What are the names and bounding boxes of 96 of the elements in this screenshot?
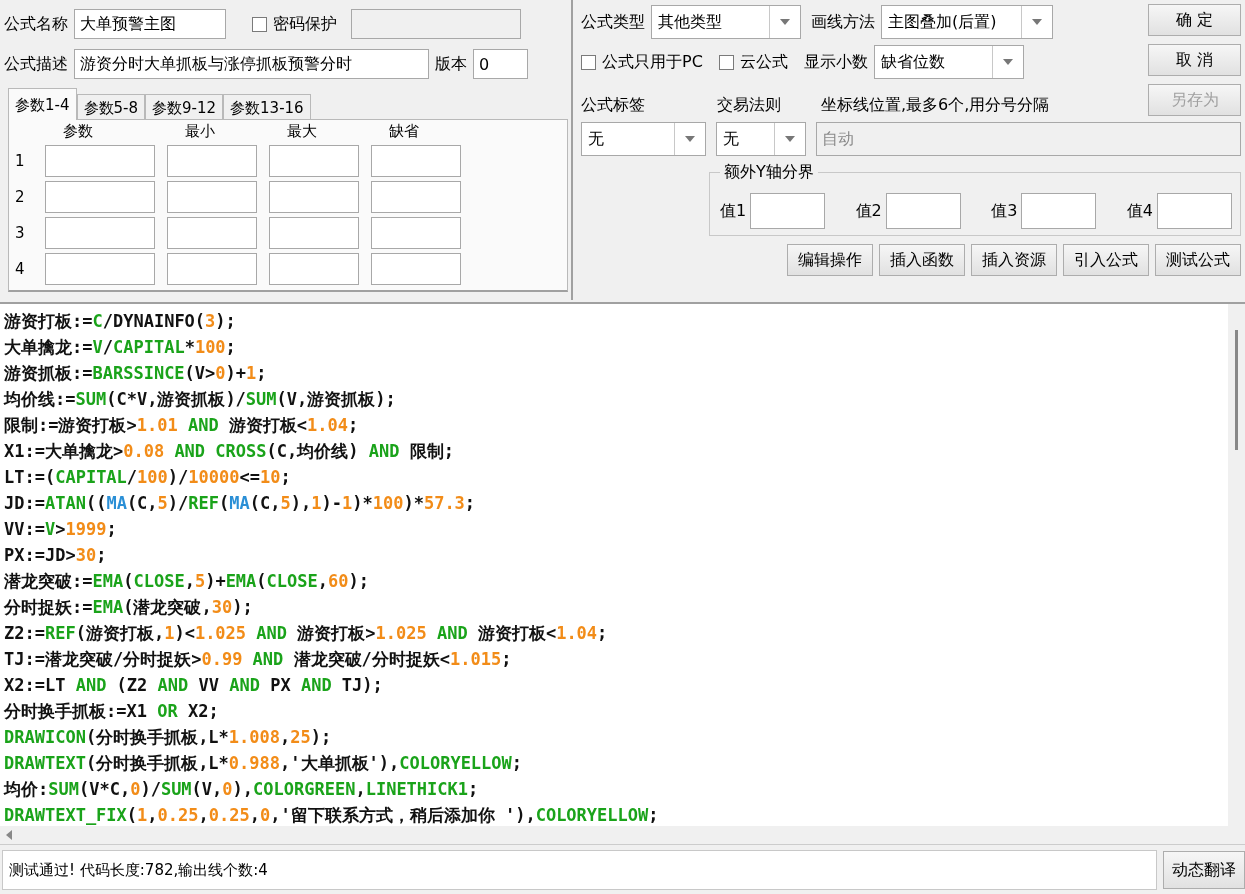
toolbar-button[interactable]: 插入函数: [879, 244, 965, 276]
checkbox[interactable]: [718, 54, 734, 70]
input-field[interactable]: [167, 181, 257, 213]
code-line: Z2:=REF(游资打板,1)<1.025 AND 游资打板>1.025 AND 游资打板<1.04;: [4, 622, 608, 645]
field-label: 值3: [991, 200, 1018, 222]
field-label: 公式名称: [4, 13, 68, 35]
input-field[interactable]: [371, 217, 461, 249]
checkbox-label: 公式只用于PC: [602, 51, 703, 73]
field-label: 坐标线位置,最多6个,用分号分隔: [821, 95, 1050, 116]
field-label: 值2: [855, 200, 882, 222]
input-field[interactable]: [45, 253, 155, 285]
code-line: X2:=LT AND (Z2 AND VV AND PX AND TJ);: [4, 674, 383, 697]
row-number: 4: [15, 260, 26, 278]
dropdown[interactable]: 无: [716, 122, 806, 156]
field-label: 公式标签: [581, 95, 646, 116]
input-field[interactable]: [269, 145, 359, 177]
scrollbar[interactable]: [1228, 304, 1245, 826]
row-number: 2: [15, 188, 26, 206]
column-header: 缺省: [388, 122, 420, 141]
caret-icon: [1032, 19, 1042, 25]
row-number: 1: [15, 152, 26, 170]
dialog-button[interactable]: 取 消: [1148, 44, 1241, 76]
input-field[interactable]: [45, 217, 155, 249]
toolbar-button[interactable]: 插入资源: [971, 244, 1057, 276]
code-line: 限制:=游资打板>1.01 AND 游资打板<1.04;: [4, 414, 359, 437]
field-label: 公式描述: [4, 53, 68, 75]
field-label: 版本: [435, 53, 467, 75]
input-field[interactable]: [269, 217, 359, 249]
input-field[interactable]: 0: [473, 49, 528, 79]
translate-button[interactable]: 动态翻译: [1163, 851, 1245, 889]
checkbox-label: 密码保护: [273, 13, 337, 35]
field-label: 显示小数: [803, 51, 868, 73]
tab[interactable]: 参数1-4: [8, 88, 77, 120]
code-line: DRAWICON(分时换手抓板,L*1.008,25);: [4, 726, 332, 749]
checkbox[interactable]: [581, 54, 596, 70]
input-field[interactable]: [45, 181, 155, 213]
column-header: 最小: [184, 122, 216, 141]
code-line: 均价:SUM(V*C,0)/SUM(V,0),COLORGREEN,LINETHICK1;: [4, 778, 479, 801]
input-field[interactable]: [45, 145, 155, 177]
tab[interactable]: 参数5-8: [76, 94, 145, 120]
input-field[interactable]: [371, 145, 461, 177]
code-line: LT:=(CAPITAL/100)/10000<=10;: [4, 466, 291, 489]
code-line: 分时捉妖:=EMA(潜龙突破,30);: [4, 596, 253, 619]
code-line: DRAWTEXT_FIX(1,0.25,0.25,0,'留下联系方式，稍后添加你 '),COLORYELLOW;: [4, 804, 659, 826]
input-field[interactable]: [167, 253, 257, 285]
left-arrow-icon[interactable]: [6, 830, 12, 840]
toolbar-button[interactable]: 引入公式: [1063, 244, 1149, 276]
input-field[interactable]: 大单预警主图: [74, 9, 226, 39]
field-label: 画线方法: [811, 11, 875, 33]
field-label: 值1: [720, 200, 747, 222]
caret-icon: [785, 136, 795, 142]
dropdown[interactable]: 无: [581, 122, 706, 156]
code-line: JD:=ATAN((MA(C,5)/REF(MA(C,5),1)-1)*100)*57.3;: [4, 492, 476, 515]
caret-icon: [1002, 59, 1013, 65]
code-line: TJ:=潜龙突破/分时捉妖>0.99 AND 潜龙突破/分时捉妖<1.015;: [4, 648, 512, 671]
field-label: 交易法则: [717, 95, 782, 116]
field-label: 公式类型: [581, 11, 645, 33]
column-header: 参数: [62, 122, 94, 141]
code-line: 潜龙突破:=EMA(CLOSE,5)+EMA(CLOSE,60);: [4, 570, 369, 593]
code-line: VV:=V>1999;: [4, 518, 117, 541]
input-field[interactable]: [167, 145, 257, 177]
code-line: 游资打板:=C/DYNAINFO(3);: [4, 310, 236, 333]
status-message: 测试通过! 代码长度:782,输出线个数:4: [2, 850, 1157, 890]
caret-icon: [685, 136, 695, 142]
code-line: 大单擒龙:=V/CAPITAL*100;: [4, 336, 236, 359]
field-label: 值4: [1126, 200, 1153, 222]
toolbar-button[interactable]: 编辑操作: [787, 244, 873, 276]
dropdown[interactable]: 主图叠加(后置): [881, 5, 1053, 39]
input-field[interactable]: [750, 193, 826, 229]
caret-icon: [780, 19, 790, 25]
input-field[interactable]: [1156, 193, 1232, 229]
dialog-button[interactable]: 确 定: [1148, 4, 1241, 36]
input-field[interactable]: 游资分时大单抓板与涨停抓板预警分时: [74, 49, 429, 79]
input-field[interactable]: [269, 253, 359, 285]
code-line: 游资抓板:=BARSSINCE(V>0)+1;: [4, 362, 267, 385]
checkbox[interactable]: [252, 16, 267, 32]
column-header: 最大: [286, 122, 318, 141]
code-line: X1:=大单擒龙>0.08 AND CROSS(C,均价线) AND 限制;: [4, 440, 454, 463]
code-line: DRAWTEXT(分时换手抓板,L*0.988,'大单抓板'),COLORYELLOW;: [4, 752, 523, 775]
dropdown[interactable]: 缺省位数: [873, 45, 1024, 79]
checkbox-label: 云公式: [739, 51, 788, 73]
input-field[interactable]: [1021, 193, 1097, 229]
row-number: 3: [15, 224, 26, 242]
tab[interactable]: 参数9-12: [145, 94, 224, 120]
dropdown[interactable]: 其他类型: [651, 5, 801, 39]
code-line: 分时换手抓板:=X1 OR X2;: [4, 700, 219, 723]
group-title: 额外Y轴分界: [720, 162, 818, 183]
input-field[interactable]: [885, 193, 961, 229]
code-line: 均价线:=SUM(C*V,游资抓板)/SUM(V,游资抓板);: [4, 388, 396, 411]
code-line: PX:=JD>30;: [4, 544, 107, 567]
input-field[interactable]: [371, 253, 461, 285]
toolbar-button[interactable]: 测试公式: [1155, 244, 1241, 276]
input-field[interactable]: [269, 181, 359, 213]
input-field[interactable]: [371, 181, 461, 213]
input-field[interactable]: [167, 217, 257, 249]
tab[interactable]: 参数13-16: [223, 94, 311, 120]
